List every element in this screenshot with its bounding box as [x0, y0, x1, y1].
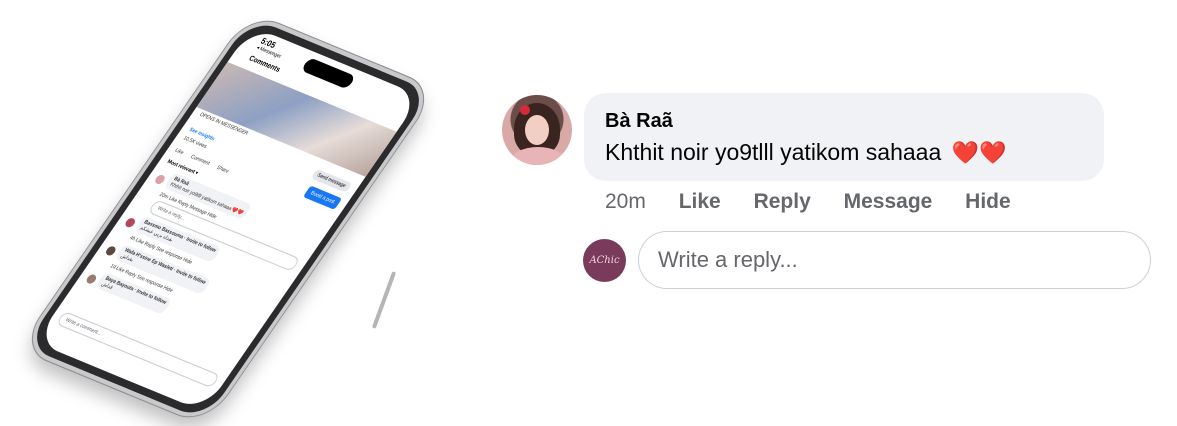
phone-screen: 5:05 ◂ Messenger Comments OPENS IN MESSE…	[34, 26, 422, 412]
hide-button[interactable]: Hide	[965, 190, 1011, 213]
phone-frame: 5:05 ◂ Messenger Comments OPENS IN MESSE…	[18, 12, 438, 426]
comment-actions: 20m Like Reply Message Hide	[605, 190, 1038, 214]
page-avatar: AChic	[583, 239, 626, 282]
comment-button[interactable]: Comment	[189, 154, 211, 167]
comment-time[interactable]: 20m	[605, 190, 646, 213]
comment-bubble: Bà Raã Khthit noir yo9tlll yatikom sahaa…	[584, 93, 1104, 181]
avatar	[84, 273, 98, 285]
status-bar: 5:05 ◂ Messenger	[255, 36, 288, 60]
comment-zoom: Bà Raã Khthit noir yo9tlll yatikom sahaa…	[500, 92, 1160, 302]
message-button[interactable]: Message	[844, 190, 933, 213]
phone-mockup: 5:05 ◂ Messenger Comments OPENS IN MESSE…	[18, 12, 438, 426]
commenter-name[interactable]: Bà Raã	[605, 110, 673, 133]
commenter-avatar[interactable]	[502, 95, 572, 165]
share-button[interactable]: Share	[215, 165, 230, 175]
avatar-face	[525, 115, 549, 145]
reply-button[interactable]: Reply	[754, 190, 811, 213]
like-button[interactable]: Like	[679, 190, 721, 213]
phone-side-button	[371, 271, 397, 329]
flower-icon	[520, 105, 530, 115]
reply-input[interactable]: Write a reply...	[638, 231, 1151, 289]
avatar	[153, 173, 167, 186]
avatar-top	[510, 147, 566, 165]
heart-icons: ❤️❤️	[951, 140, 1007, 165]
comment-text: Khthit noir yo9tlll yatikom sahaaa ❤️❤️	[605, 139, 1006, 166]
avatar	[123, 217, 137, 229]
like-button[interactable]: Like	[173, 147, 184, 156]
comment-body: Khthit noir yo9tlll yatikom sahaaa	[605, 139, 942, 165]
avatar	[104, 245, 118, 257]
